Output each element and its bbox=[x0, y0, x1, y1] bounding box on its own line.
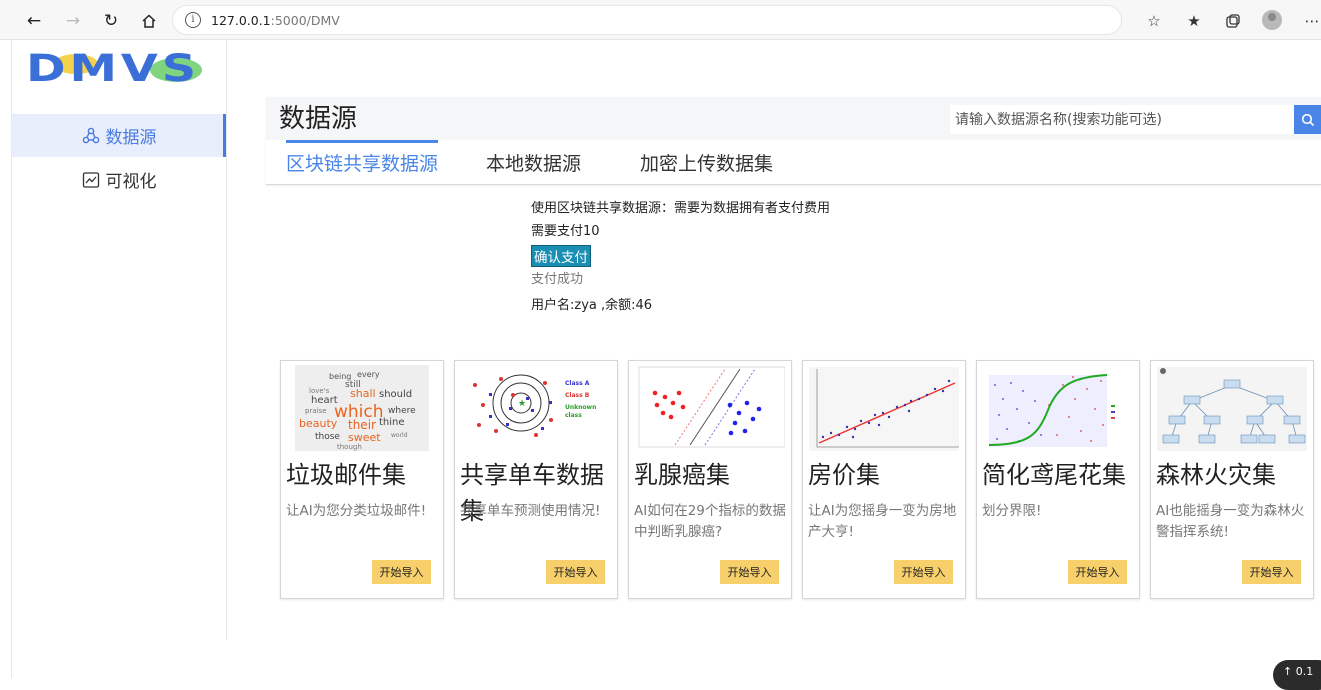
svg-text:class: class bbox=[565, 412, 582, 419]
logistic-regression-image bbox=[983, 369, 1133, 451]
start-import-button[interactable]: 开始导入 bbox=[372, 560, 431, 584]
browser-toolbar: ← → ↻ i 127.0.0.1:5000/DMV ☆ ★ ⋯ bbox=[0, 0, 1321, 40]
start-import-button[interactable]: 开始导入 bbox=[720, 560, 779, 584]
url-path: :5000/DMV bbox=[270, 13, 340, 28]
home-icon[interactable] bbox=[137, 9, 161, 33]
sidebar-item-label: 可视化 bbox=[105, 172, 157, 192]
card-description: 划分界限! bbox=[982, 503, 1042, 519]
svg-text:love's: love's bbox=[309, 387, 330, 395]
svg-text:where: where bbox=[388, 406, 416, 416]
linear-regression-image bbox=[809, 367, 959, 451]
svg-text:★: ★ bbox=[518, 399, 526, 409]
favorites-icon[interactable]: ★ bbox=[1182, 9, 1206, 33]
svg-text:those: those bbox=[315, 432, 340, 442]
card-description: AI如何在29个指标的数据中判断乳腺癌? bbox=[634, 503, 786, 540]
header-top-bar: 数据源 bbox=[266, 97, 1321, 140]
sidebar-item-datasource[interactable]: 数据源 bbox=[12, 114, 226, 157]
profile-avatar[interactable] bbox=[1262, 10, 1282, 30]
card-description: 让AI为您摇身一变为房地产大亨! bbox=[808, 503, 957, 540]
logo-text: DMVS bbox=[26, 50, 200, 84]
card-title: 垃圾邮件集 bbox=[286, 461, 406, 489]
tab-encrypted-upload[interactable]: 加密上传数据集 bbox=[640, 140, 773, 184]
dataset-card[interactable]: being every still love's shall should he… bbox=[280, 360, 444, 599]
search-input[interactable] bbox=[950, 105, 1294, 134]
svg-text:Unknown: Unknown bbox=[565, 404, 596, 411]
dmvs-logo: DMVS bbox=[26, 50, 202, 84]
card-description: 共享单车预测使用情况! bbox=[460, 503, 601, 519]
tab-label: 加密上传数据集 bbox=[640, 152, 774, 175]
site-info-icon[interactable]: i bbox=[185, 12, 201, 28]
card-title: 森林火灾集 bbox=[1156, 461, 1276, 489]
class-scatter-image: ★ Class A Class B Unknown class bbox=[469, 365, 607, 445]
line-chart-icon bbox=[82, 171, 99, 188]
sidebar-divider bbox=[226, 40, 227, 640]
svg-text:shall: shall bbox=[350, 387, 376, 400]
svg-text:though: though bbox=[337, 443, 362, 451]
user-balance: 用户名:zya ,余额:46 bbox=[531, 298, 653, 313]
svg-text:Class B: Class B bbox=[565, 392, 590, 399]
tab-label: 区块链共享数据源 bbox=[286, 152, 439, 175]
dataset-card[interactable]: 乳腺癌集 AI如何在29个指标的数据中判断乳腺癌? 开始导入 bbox=[628, 360, 792, 599]
word-cloud-image: being every still love's shall should he… bbox=[295, 365, 429, 451]
sidebar-item-label: 数据源 bbox=[105, 128, 157, 148]
card-description: AI也能摇身一变为森林火警指挥系统! bbox=[1156, 503, 1305, 540]
url-host: 127.0.0.1 bbox=[211, 13, 271, 28]
add-favorite-icon[interactable]: ☆ bbox=[1142, 9, 1166, 33]
card-title: 简化鸢尾花集 bbox=[982, 461, 1126, 489]
payment-notice: 使用区块链共享数据源：需要为数据拥有者支付费用 bbox=[531, 201, 831, 216]
svg-text:world: world bbox=[391, 432, 408, 439]
page-title: 数据源 bbox=[279, 104, 358, 134]
svm-margin-image bbox=[638, 366, 785, 448]
back-icon[interactable]: ← bbox=[22, 9, 46, 33]
tab-blockchain-shared[interactable]: 区块链共享数据源 bbox=[286, 140, 439, 184]
search-icon bbox=[1301, 113, 1314, 126]
tab-local[interactable]: 本地数据源 bbox=[486, 140, 581, 184]
card-title: 房价集 bbox=[808, 461, 880, 489]
forward-icon[interactable]: → bbox=[61, 9, 85, 33]
start-import-button[interactable]: 开始导入 bbox=[546, 560, 605, 584]
speed-indicator: ↑ 0.1 bbox=[1273, 660, 1321, 690]
svg-text:Class A: Class A bbox=[565, 380, 590, 387]
card-description: 让AI为您分类垃圾邮件! bbox=[286, 503, 427, 519]
dataset-card[interactable]: ★ Class A Class B Unknown class 共享单车数据集 … bbox=[454, 360, 618, 599]
speed-label: 0.1 bbox=[1295, 665, 1314, 678]
datasource-header: 数据源 区块链共享数据源 本地数据源 加密上传数据集 bbox=[266, 97, 1321, 185]
payment-status: 支付成功 bbox=[531, 272, 584, 287]
decision-tree-image bbox=[1157, 367, 1307, 451]
reload-icon[interactable]: ↻ bbox=[99, 9, 123, 33]
start-import-button[interactable]: 开始导入 bbox=[1068, 560, 1127, 584]
url-text: 127.0.0.1:5000/DMV bbox=[211, 13, 340, 28]
more-menu-icon[interactable]: ⋯ bbox=[1300, 9, 1321, 33]
start-import-button[interactable]: 开始导入 bbox=[894, 560, 953, 584]
dataset-card[interactable]: 森林火灾集 AI也能摇身一变为森林火警指挥系统! 开始导入 bbox=[1150, 360, 1314, 599]
svg-text:praise: praise bbox=[305, 407, 327, 415]
svg-text:thine: thine bbox=[379, 417, 405, 428]
card-title: 乳腺癌集 bbox=[634, 461, 730, 489]
address-bar[interactable]: i 127.0.0.1:5000/DMV bbox=[172, 5, 1122, 35]
svg-text:beauty: beauty bbox=[299, 417, 338, 430]
svg-text:their: their bbox=[348, 418, 376, 432]
sidebar-item-visualization[interactable]: 可视化 bbox=[12, 158, 226, 201]
tab-label: 本地数据源 bbox=[486, 152, 582, 175]
svg-text:every: every bbox=[357, 370, 380, 379]
payment-amount: 需要支付10 bbox=[531, 224, 600, 239]
collections-icon[interactable] bbox=[1221, 9, 1245, 33]
cloud-network-icon bbox=[82, 127, 99, 143]
dataset-card[interactable]: 房价集 让AI为您摇身一变为房地产大亨! 开始导入 bbox=[802, 360, 966, 599]
dataset-card[interactable]: 简化鸢尾花集 划分界限! 开始导入 bbox=[976, 360, 1140, 599]
confirm-payment-button[interactable]: 确认支付 bbox=[531, 245, 591, 267]
svg-text:should: should bbox=[379, 389, 412, 400]
start-import-button[interactable]: 开始导入 bbox=[1242, 560, 1301, 584]
search-button[interactable] bbox=[1294, 105, 1321, 134]
